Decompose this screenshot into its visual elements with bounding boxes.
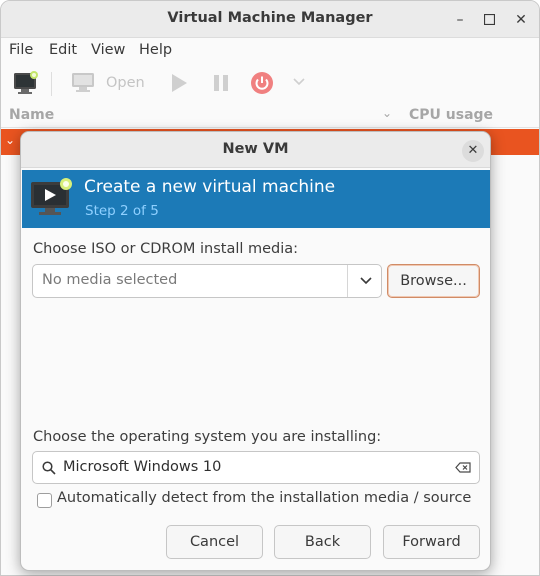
media-label: Choose ISO or CDROM install media: — [33, 241, 299, 257]
os-label: Choose the operating system you are inst… — [33, 429, 382, 445]
monitor-icon[interactable] — [71, 70, 95, 94]
sort-chevron-icon: ⌄ — [382, 106, 393, 120]
maximize-button[interactable] — [479, 10, 499, 30]
dialog-close-button[interactable]: ✕ — [462, 140, 484, 162]
menu-help[interactable]: Help — [139, 42, 172, 58]
new-vm-icon[interactable] — [13, 70, 39, 96]
clear-icon[interactable] — [455, 462, 471, 473]
dialog-title: New VM — [222, 141, 289, 157]
menubar: File Edit View Help — [1, 38, 539, 64]
minimize-button[interactable]: – — [450, 10, 470, 30]
wizard-banner: Create a new virtual machine Step 2 of 5 — [22, 170, 490, 228]
chevron-down-icon[interactable] — [359, 274, 373, 288]
maximize-icon — [483, 13, 495, 26]
vm-list-header: Name ⌄ CPU usage — [1, 104, 539, 128]
expander-icon[interactable]: ⌄ — [5, 133, 15, 147]
close-icon: ✕ — [467, 143, 479, 158]
column-cpu-header[interactable]: CPU usage — [409, 107, 493, 123]
power-icon[interactable] — [250, 71, 274, 95]
open-button-label[interactable]: Open — [106, 75, 145, 91]
window-close-button[interactable]: ✕ — [511, 10, 531, 30]
os-search-field[interactable]: Microsoft Windows 10 — [32, 451, 480, 484]
menu-view[interactable]: View — [91, 42, 125, 58]
chevron-down-icon[interactable] — [293, 77, 305, 87]
media-combo-value[interactable]: No media selected — [42, 272, 177, 288]
new-vm-dialog: New VM ✕ Create a new virtual machine St… — [20, 131, 491, 571]
new-vm-icon — [31, 178, 72, 215]
os-search-value[interactable]: Microsoft Windows 10 — [63, 459, 221, 475]
cancel-button[interactable]: Cancel — [166, 525, 263, 559]
forward-button[interactable]: Forward — [383, 525, 480, 559]
toolbar-separator — [51, 72, 52, 96]
play-icon[interactable] — [169, 72, 189, 94]
search-icon — [42, 461, 56, 475]
toolbar: Open — [1, 64, 539, 104]
combo-separator — [347, 265, 348, 297]
back-button[interactable]: Back — [274, 525, 371, 559]
autodetect-checkbox[interactable] — [37, 493, 52, 508]
media-combo[interactable]: No media selected — [32, 264, 382, 298]
menu-edit[interactable]: Edit — [49, 42, 77, 58]
pause-icon[interactable] — [212, 73, 230, 93]
column-name-header[interactable]: Name — [9, 107, 54, 123]
menu-file[interactable]: File — [9, 42, 33, 58]
banner-title: Create a new virtual machine — [84, 177, 336, 197]
dialog-titlebar: New VM ✕ — [21, 132, 490, 168]
browse-button[interactable]: Browse... — [387, 264, 480, 298]
banner-step: Step 2 of 5 — [85, 203, 159, 219]
autodetect-label[interactable]: Automatically detect from the installati… — [57, 490, 471, 506]
titlebar: Virtual Machine Manager – ✕ — [1, 1, 539, 38]
